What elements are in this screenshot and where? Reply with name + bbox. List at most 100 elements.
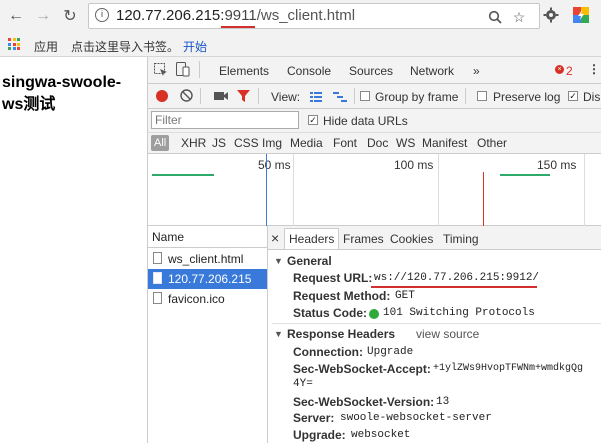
name-column-header[interactable]: Name: [148, 226, 267, 248]
start-link[interactable]: 开始: [183, 38, 207, 55]
tab-divider: [199, 61, 200, 78]
tab-frames[interactable]: Frames: [343, 232, 384, 246]
preserve-log-label: Preserve log: [493, 90, 561, 104]
tab-network[interactable]: Network: [410, 64, 454, 78]
timeline-load-line: [483, 172, 484, 226]
record-icon[interactable]: [156, 90, 168, 102]
request-row[interactable]: favicon.ico: [148, 289, 267, 309]
websocket-accept-value-cont: 4Y=: [293, 378, 313, 390]
websocket-accept-value: +1ylZWs9HvopTFWNm+wmdkgQg: [433, 363, 584, 374]
type-all[interactable]: All: [151, 135, 170, 151]
more-tabs-icon[interactable]: »: [473, 64, 480, 78]
disable-cache-checkbox[interactable]: [568, 91, 578, 101]
back-icon[interactable]: ←: [6, 6, 26, 26]
general-section-title[interactable]: General: [287, 254, 332, 268]
type-font[interactable]: Font: [333, 136, 357, 150]
type-manifest[interactable]: Manifest: [422, 136, 467, 150]
request-name: 120.77.206.215: [168, 272, 252, 286]
zoom-icon[interactable]: [485, 7, 505, 27]
import-bookmarks-prompt: 点击这里导入书签。: [71, 40, 180, 54]
upgrade-key: Upgrade:: [293, 428, 346, 442]
forward-icon[interactable]: →: [33, 6, 53, 26]
devtools-tabbar: Elements Console Sources Network » × 2 ⋮: [148, 57, 601, 84]
tab-console[interactable]: Console: [287, 64, 331, 78]
tab-elements[interactable]: Elements: [219, 64, 269, 78]
clear-icon[interactable]: [180, 89, 193, 105]
apps-link[interactable]: 应用: [34, 38, 58, 55]
request-url-value: ws://120.77.206.215:9912/: [374, 272, 540, 284]
tab-sources[interactable]: Sources: [349, 64, 393, 78]
websocket-version-key: Sec-WebSocket-Version:: [293, 395, 435, 409]
toolbar-divider: [258, 88, 259, 104]
collapse-triangle-icon[interactable]: ▼: [274, 329, 283, 339]
connection-value: Upgrade: [367, 346, 414, 358]
status-code-value: 101 Switching Protocols: [383, 307, 535, 319]
gear-extension-icon[interactable]: [542, 6, 560, 24]
url-host: 120.77.206.215:: [116, 7, 225, 24]
request-url-key: Request URL:: [293, 271, 373, 285]
request-method-key: Request Method:: [293, 289, 391, 303]
url-port: 9911: [224, 7, 257, 24]
timeline-label-100: 100 ms: [394, 158, 434, 172]
server-value: swoole-websocket-server: [340, 412, 492, 424]
waterfall-icon[interactable]: [333, 91, 347, 105]
type-img[interactable]: Img: [262, 136, 282, 150]
apps-grid-icon[interactable]: [8, 38, 20, 50]
type-ws[interactable]: WS: [396, 136, 415, 150]
status-ok-icon: [369, 307, 379, 321]
filter-input[interactable]: Filter: [151, 111, 299, 129]
request-row-selected[interactable]: 120.77.206.215: [148, 269, 267, 289]
hide-data-urls-label: Hide data URLs: [323, 114, 408, 128]
view-source-link[interactable]: view source: [416, 327, 479, 341]
websocket-accept-key: Sec-WebSocket-Accept:: [293, 362, 431, 376]
request-row[interactable]: ws_client.html: [148, 249, 267, 269]
type-js[interactable]: JS: [212, 136, 226, 150]
file-icon: [153, 292, 162, 304]
error-count[interactable]: 2: [566, 64, 573, 78]
tab-headers[interactable]: Headers: [284, 228, 340, 249]
port-annotation-underline: [221, 26, 255, 28]
bookmarks-bar: 应用 点击这里导入书签。 开始: [0, 33, 601, 57]
hide-data-urls-checkbox[interactable]: [308, 115, 318, 125]
websocket-version-value: 13: [436, 396, 450, 408]
tab-cookies[interactable]: Cookies: [390, 232, 433, 246]
info-icon[interactable]: i: [95, 8, 109, 22]
connection-key: Connection:: [293, 345, 363, 359]
request-detail-panel: × Headers Frames Cookies Timing ▼ Genera…: [268, 226, 601, 443]
type-css[interactable]: CSS: [234, 136, 259, 150]
filter-funnel-icon[interactable]: [237, 90, 250, 106]
device-toolbar-icon[interactable]: [176, 62, 190, 80]
file-icon: [153, 272, 162, 284]
colorful-extension-icon[interactable]: [572, 6, 590, 24]
url-text[interactable]: 120.77.206.215:9911/ws_client.html: [116, 7, 355, 24]
bookmark-star-icon[interactable]: ☆: [509, 7, 529, 27]
preserve-log-checkbox[interactable]: [477, 91, 487, 101]
type-doc[interactable]: Doc: [367, 136, 388, 150]
group-by-frame-checkbox[interactable]: [360, 91, 370, 101]
url-path: /ws_client.html: [256, 7, 356, 24]
inspect-element-icon[interactable]: [154, 63, 168, 80]
page-title: singwa-swoole-ws测试: [2, 74, 122, 113]
request-name: ws_client.html: [168, 252, 244, 266]
reload-icon[interactable]: ↻: [60, 6, 80, 26]
requests-list: Name ws_client.html 120.77.206.215 favic…: [148, 226, 268, 443]
devtools-menu-icon[interactable]: ⋮: [588, 62, 600, 76]
server-key: Server:: [293, 411, 335, 425]
collapse-triangle-icon[interactable]: ▼: [274, 256, 283, 266]
toolbar-divider: [200, 88, 201, 104]
address-bar[interactable]: i 120.77.206.215:9911/ws_client.html ☆: [88, 3, 540, 29]
view-label: View:: [271, 90, 301, 104]
screenshot-camera-icon[interactable]: [214, 90, 228, 105]
resource-type-filter: All XHR JS CSS Img Media Font Doc WS Man…: [148, 133, 601, 154]
response-headers-title[interactable]: Response Headers: [287, 327, 395, 341]
browser-toolbar: ← → ↻ i 120.77.206.215:9911/ws_client.ht…: [0, 0, 601, 33]
timeline-label-150: 150 ms: [537, 158, 577, 172]
timeline-overview[interactable]: 50 ms 100 ms 150 ms: [148, 154, 601, 226]
error-icon[interactable]: ×: [555, 65, 564, 74]
type-media[interactable]: Media: [290, 136, 323, 150]
close-icon[interactable]: ×: [271, 230, 279, 246]
tab-timing[interactable]: Timing: [443, 232, 479, 246]
large-rows-icon[interactable]: [310, 91, 322, 105]
type-xhr[interactable]: XHR: [181, 136, 206, 150]
type-other[interactable]: Other: [477, 136, 507, 150]
